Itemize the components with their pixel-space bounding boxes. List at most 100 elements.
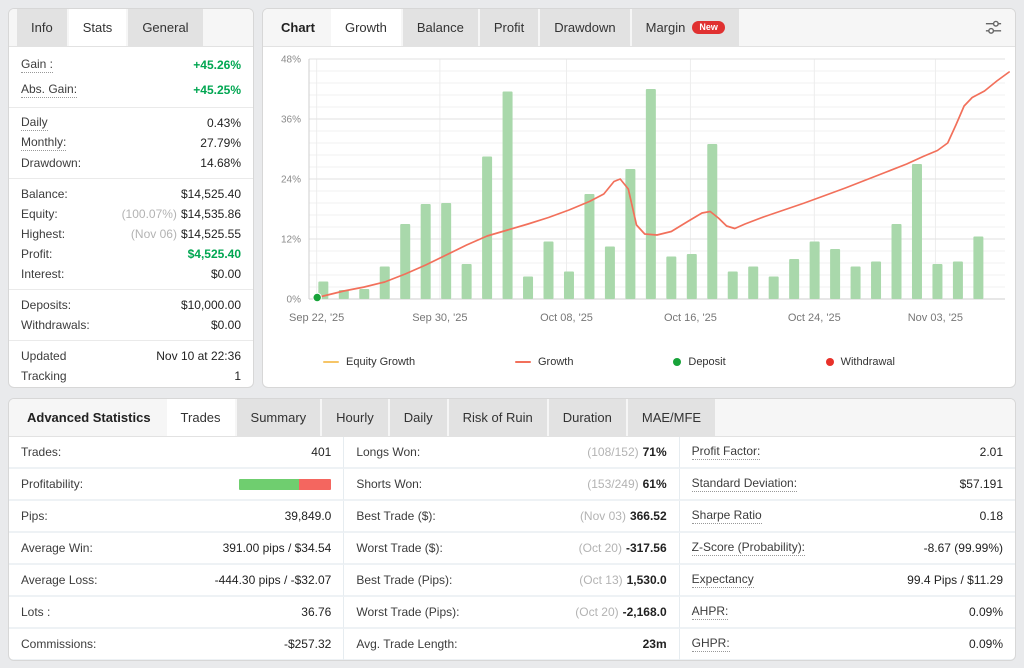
stat-value-main: $0.00 [211, 318, 241, 332]
stat-row-updated: UpdatedNov 10 at 22:36 [9, 346, 253, 366]
stat-row-profit: Profit:$4,525.40 [9, 244, 253, 264]
gain-bar [810, 242, 820, 300]
bottom-tabs-host: Trades SummaryHourlyDaily Risk of Ruin Dura… [167, 399, 718, 436]
chart-tab-profit[interactable]: Profit [480, 9, 538, 46]
stat-cell-lots: Lots :36.76 [9, 597, 344, 629]
stat-value: $14,525.40 [181, 187, 241, 201]
stat-cell-worst-trade-pips: Worst Trade (Pips):(Oct 20)-2,168.0 [344, 597, 679, 629]
y-axis-tick-label: 48% [281, 55, 301, 66]
stat-label: AHPR: [692, 604, 729, 620]
stat-value-main: -444.30 pips / -$32.07 [215, 573, 332, 587]
withdrawal-swatch-icon [826, 358, 834, 366]
legend-item-growth[interactable]: Growth [515, 356, 573, 368]
gain-bar [441, 203, 451, 299]
advanced-tab-duration[interactable]: Duration [549, 399, 626, 436]
x-axis-tick-label: Sep 30, '25 [412, 312, 467, 324]
y-axis-tick-label: 0% [287, 295, 302, 306]
profitability-bar [239, 479, 331, 490]
x-axis-tick-label: Sep 22, '25 [289, 312, 344, 324]
stat-value-note: (Oct 20) [579, 541, 622, 555]
chart-tab-drawdown[interactable]: Drawdown [540, 9, 629, 46]
gain-bar [912, 164, 922, 299]
chart-tab-margin[interactable]: MarginNew [632, 9, 739, 46]
chart-settings-button[interactable] [972, 9, 1015, 46]
stat-value: 0.43% [207, 116, 241, 130]
stat-value-main: 1,530.0 [627, 573, 667, 587]
gain-bar [544, 242, 554, 300]
stat-value-main: 39,849.0 [285, 509, 332, 523]
statistics-table: Trades:401Longs Won:(108/152)71%Profit F… [9, 437, 1015, 661]
stat-cell-best-trade-pips: Best Trade (Pips):(Oct 13)1,530.0 [344, 565, 679, 597]
stat-value-note: (Nov 06) [131, 227, 177, 241]
stat-value-main: 61% [643, 477, 667, 491]
legend-label: Deposit [688, 356, 725, 368]
stat-label: Z-Score (Probability): [692, 540, 805, 556]
stats-panel-tab-general[interactable]: General [128, 9, 202, 46]
chart-tab-balance[interactable]: Balance [403, 9, 478, 46]
stat-label: Average Loss: [21, 573, 98, 587]
advanced-tab-label: Risk of Ruin [463, 410, 533, 425]
stat-value-main: $0.00 [211, 267, 241, 281]
advanced-tab-trades[interactable]: Trades [167, 399, 235, 436]
stat-value-main: +45.26% [193, 58, 241, 72]
stat-label: Best Trade ($): [356, 509, 435, 523]
chart-tab-label: Margin [646, 20, 686, 35]
stat-value: (Nov 03)366.52 [580, 509, 667, 523]
stat-label: Average Win: [21, 541, 93, 555]
stat-value: (153/249)61% [587, 477, 666, 491]
stat-value: +45.26% [193, 58, 241, 72]
advanced-tab-summary[interactable]: Summary [237, 399, 321, 436]
stat-label: Shorts Won: [356, 477, 422, 491]
stat-value-main: 99.4 Pips / $11.29 [907, 573, 1003, 587]
advanced-tab-mae-mfe[interactable]: MAE/MFE [628, 399, 715, 436]
legend-item-withdrawal[interactable]: Withdrawal [826, 356, 895, 368]
stat-label: Sharpe Ratio [692, 508, 762, 524]
gain-bar [973, 237, 983, 300]
stat-value: $4,525.40 [188, 247, 241, 261]
stat-value-main: $14,535.86 [181, 207, 241, 221]
stat-value-main: 2.01 [980, 445, 1003, 459]
stat-group: Balance:$14,525.40Equity:(100.07%)$14,53… [9, 178, 253, 289]
stat-value: 39,849.0 [285, 509, 332, 523]
stat-value-main: $14,525.40 [181, 187, 241, 201]
stat-value-main: 366.52 [630, 509, 667, 523]
stat-value-main: 36.76 [301, 605, 331, 619]
stat-value: (108/152)71% [587, 445, 666, 459]
stat-value: (Oct 20)-2,168.0 [575, 605, 666, 619]
stats-panel-tab-label: General [142, 20, 188, 35]
chart-tab-growth[interactable]: Growth [331, 9, 401, 46]
stats-panel-tab-info[interactable]: Info [17, 9, 67, 46]
stat-label: Standard Deviation: [692, 476, 797, 492]
advanced-tab-label: Trades [181, 410, 221, 425]
stat-group: UpdatedNov 10 at 22:36Tracking1 [9, 340, 253, 388]
gain-bar [789, 259, 799, 299]
stat-value-note: (Oct 20) [575, 605, 618, 619]
gain-bar [871, 262, 881, 300]
gain-bar [482, 157, 492, 300]
stat-label: Profit Factor: [692, 444, 761, 460]
gain-bar [769, 277, 779, 300]
advanced-tab-daily[interactable]: Daily [390, 399, 447, 436]
chart-tab-label: Drawdown [554, 20, 615, 35]
gain-bar [584, 194, 594, 299]
gain-bar [359, 289, 369, 299]
advanced-tab-risk-of-ruin[interactable]: Risk of Ruin [449, 399, 547, 436]
chart-tabs-host: GrowthBalanceProfit Drawdown MarginNew [331, 9, 741, 46]
gain-bar [421, 204, 431, 299]
gain-bar [830, 249, 840, 299]
growth-chart[interactable]: 0%12%24%36%48%Sep 22, '25Sep 30, '25Oct … [263, 47, 1015, 343]
stats-panel-tab-stats[interactable]: Stats [69, 9, 127, 46]
stat-value: (100.07%)$14,535.86 [122, 207, 241, 221]
advanced-tab-hourly[interactable]: Hourly [322, 399, 388, 436]
stat-row-monthly: Monthly:27.79% [9, 133, 253, 153]
legend-item-equity-growth[interactable]: Equity Growth [323, 356, 415, 368]
stat-value-main: -8.67 (99.99%) [924, 541, 1003, 555]
advanced-statistics-title: Advanced Statistics [17, 399, 167, 436]
stat-cell-longs-won: Longs Won:(108/152)71% [344, 437, 679, 469]
legend-item-deposit[interactable]: Deposit [673, 356, 725, 368]
profitability-bar-win [239, 479, 299, 490]
stat-row-abs-gain: Abs. Gain:+45.25% [9, 77, 253, 102]
growth-swatch-icon [515, 361, 531, 363]
stat-value: -444.30 pips / -$32.07 [215, 573, 332, 587]
stat-cell-average-loss: Average Loss: -444.30 pips / -$32.07 [9, 565, 344, 597]
